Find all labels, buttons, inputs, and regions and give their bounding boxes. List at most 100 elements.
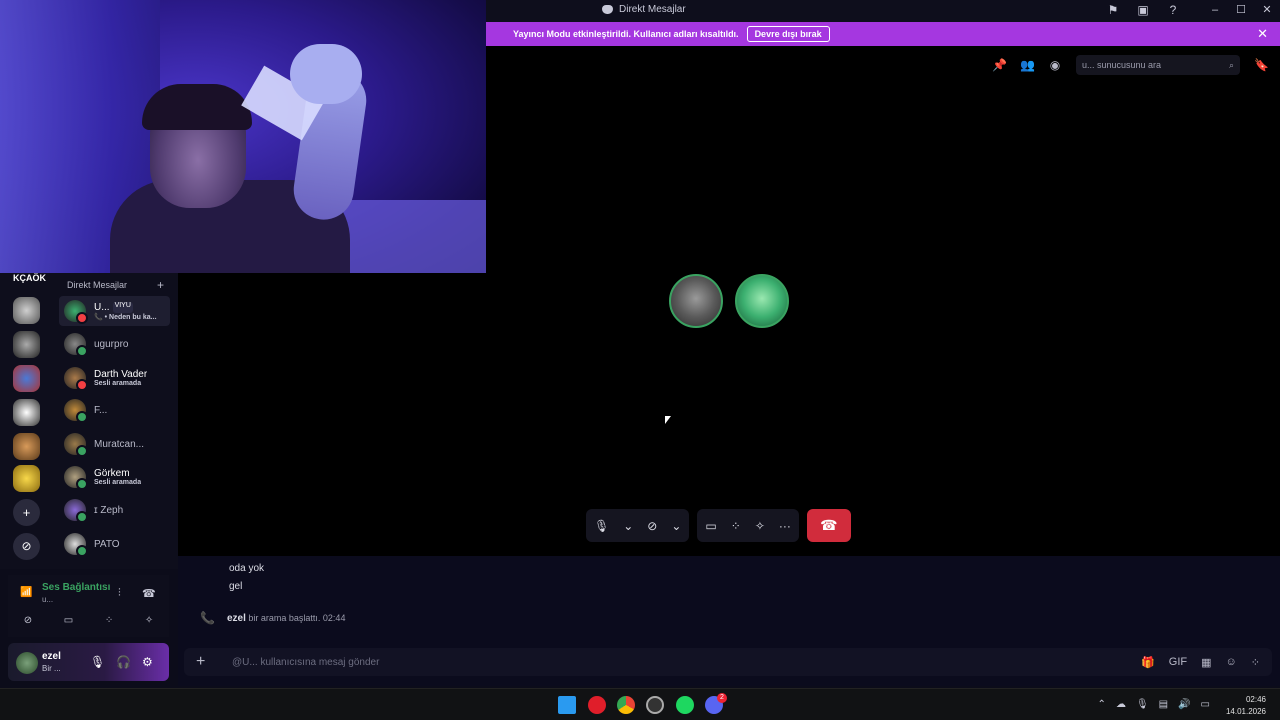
camera-off-icon[interactable]: ⊘ [24,615,32,626]
screen-share-icon[interactable]: ▭ [64,615,73,626]
avatar[interactable] [16,652,38,674]
soundboard-icon[interactable]: ✧ [755,519,765,533]
add-server-icon[interactable]: + [13,499,40,526]
camera-off-icon[interactable]: ⊘ [647,519,657,533]
cloud-icon[interactable]: ☁ [1116,699,1126,710]
more-options-icon[interactable]: ··· [779,519,791,533]
battery-icon[interactable]: ▭ [1201,699,1210,710]
avatar [64,367,88,391]
inbox-icon[interactable]: ▣ [1136,3,1150,17]
dm-item-text: ugurpro [94,339,128,350]
screen-share-icon[interactable]: ▭ [705,519,716,533]
emoji-icon[interactable]: ☺ [1226,656,1237,669]
spotify-icon[interactable] [676,696,694,714]
add-friend-icon[interactable]: 👥 [1020,58,1035,72]
hang-up-button[interactable]: ☎ [806,509,851,542]
message-input-placeholder[interactable]: @U... kullanıcısına mesaj gönder [232,657,1141,668]
pin-icon[interactable]: 📌 [992,58,1007,72]
network-icon[interactable]: ▤ [1159,699,1168,710]
message-composer[interactable]: + @U... kullanıcısına mesaj gönder 🎁 GIF… [184,648,1272,676]
dm-item-name: ɪ Zeph [94,504,124,516]
participant-avatar[interactable] [669,274,723,328]
voice-connection-channel[interactable]: u... [42,595,53,604]
microphone-icon[interactable]: 🎙 [594,519,609,533]
soundboard-icon[interactable]: ✧ [145,615,153,626]
system-tray: ⌃ ☁ 🎙 ▤ 🔊 ▭ [1098,699,1210,710]
dm-item-name: Muratcan... [94,438,145,450]
dm-item-name: F... [94,404,108,416]
search-placeholder: u... sunucusunu ara [1082,60,1162,70]
avatar [64,466,88,490]
dm-item-badge: VIYU [112,301,133,313]
volume-icon[interactable]: 🔊 [1178,699,1190,710]
user-status: Bir ... [42,664,61,673]
chevron-up-icon[interactable]: ⌃ [1098,699,1106,710]
dm-item[interactable]: F... [59,395,170,425]
dm-item[interactable]: Görkem Sesli aramada [59,462,170,492]
explore-servers-icon[interactable]: ⊘ [13,533,40,560]
app-icon[interactable] [646,696,664,714]
add-attachment-icon[interactable]: + [196,653,216,671]
sticker-icon[interactable]: ▦ [1201,656,1211,669]
dm-item-text: F... [94,405,107,416]
chevron-down-icon[interactable]: ⌄ [671,519,681,533]
discord-taskbar-icon[interactable]: 2 [705,693,727,714]
participant-avatar[interactable] [735,274,789,328]
clock-time: 02:46 [1245,695,1266,704]
maximize-button[interactable]: ☐ [1234,3,1248,17]
dm-item-subtext: Sesli aramada [94,380,142,387]
dm-item[interactable]: Darth Vader Sesli aramada [59,363,170,393]
mouse-cursor [665,416,671,424]
call-participants [669,274,789,328]
minimize-button[interactable]: – [1208,3,1222,17]
disable-streamer-mode-button[interactable]: Devre dışı bırak [746,26,830,42]
server-icon[interactable] [13,465,40,492]
server-icon[interactable] [13,433,40,460]
server-icon[interactable] [13,399,40,426]
activities-icon[interactable]: ⁘ [731,519,741,533]
flag-icon[interactable]: ⚑ [1106,3,1120,17]
activities-icon[interactable]: ⁘ [105,615,113,626]
microphone-icon[interactable]: 🎙 [1136,699,1149,710]
search-input[interactable]: u... sunucusunu ara ⌕ [1076,55,1240,75]
discord-window: Direkt Mesajlar ⚑ ▣ ? – ☐ ✕ Yayıncı Modu… [0,0,1280,720]
help-icon[interactable]: ? [1166,3,1180,17]
disconnect-icon[interactable]: ☎ [142,587,156,600]
dm-item-name: ugurpro [94,338,129,350]
dm-item-name: Görkem [94,468,130,479]
create-dm-icon[interactable]: + [157,278,164,292]
dm-item-subtext: Sesli aramada [94,479,142,486]
dm-item[interactable]: Muratcan... [59,429,170,459]
clock-date: 14.01.2026 [1225,707,1266,716]
noise-suppression-icon[interactable]: ⫶ [118,587,121,600]
user-name[interactable]: ezel [42,651,61,662]
server-icon[interactable] [13,365,40,392]
signal-icon[interactable]: 📶 [20,587,32,598]
call-event-user[interactable]: ezel [227,613,246,624]
bookmark-icon[interactable]: 🔖 [1254,58,1269,72]
chrome-icon[interactable] [617,696,635,714]
chevron-down-icon[interactable]: ⌄ [623,519,633,533]
settings-gear-icon[interactable]: ⚙ [142,655,153,669]
dm-item[interactable]: ugurpro [59,329,170,359]
start-menu-icon[interactable] [558,696,576,714]
headphones-icon[interactable]: 🎧 [116,655,131,669]
server-icon[interactable] [13,331,40,358]
server-label[interactable]: KÇAÖK [13,273,46,283]
opera-icon[interactable] [588,696,606,714]
apps-icon[interactable]: ⁘ [1251,656,1260,669]
clock[interactable]: 02:46 14.01.2026 [1226,694,1266,718]
streamer-mode-banner: Yayıncı Modu etkinleştirildi. Kullanıcı … [486,22,1280,46]
server-icon[interactable] [13,297,40,324]
dm-item[interactable]: U... VIYU 📞 • Neden bu ka... [59,296,170,326]
dm-item[interactable]: PATO [59,529,170,559]
user-profile-icon[interactable]: ◉ [1048,58,1062,72]
gift-icon[interactable]: 🎁 [1141,656,1155,669]
close-window-button[interactable]: ✕ [1260,3,1274,17]
gif-icon[interactable]: GIF [1169,656,1187,669]
dm-item[interactable]: ɪ Zeph [59,495,170,525]
banner-close-icon[interactable]: ✕ [1257,26,1268,42]
dm-item-text: Görkem Sesli aramada [94,468,141,486]
avatar [64,333,88,357]
microphone-icon[interactable]: 🎙 [90,655,105,669]
